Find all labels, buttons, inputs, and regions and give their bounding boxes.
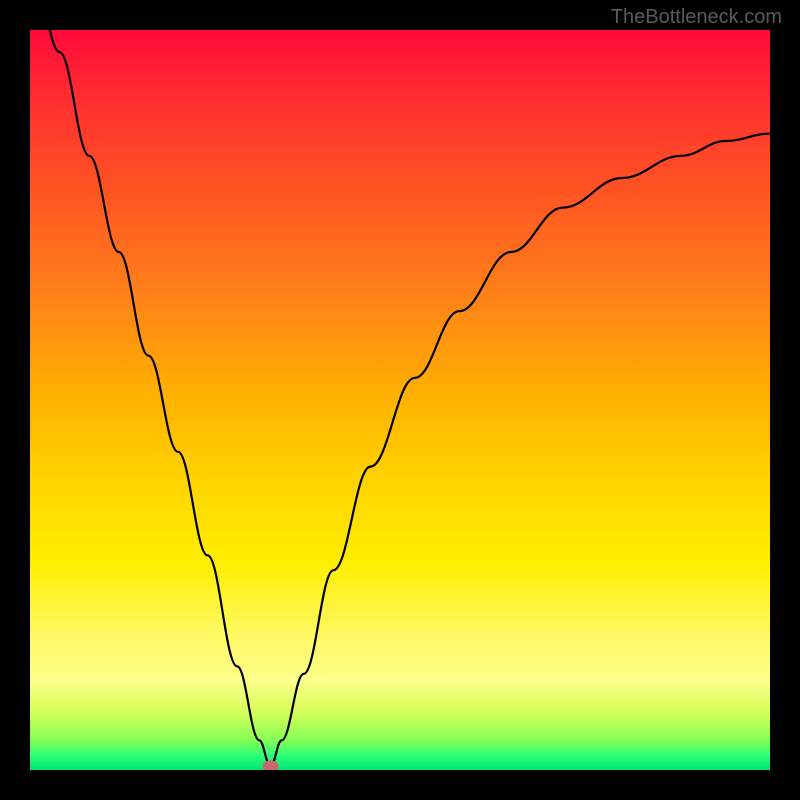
plot-area	[30, 30, 770, 770]
chart-container: TheBottleneck.com	[0, 0, 800, 800]
gradient-background	[30, 30, 770, 770]
watermark-text: TheBottleneck.com	[611, 6, 782, 29]
